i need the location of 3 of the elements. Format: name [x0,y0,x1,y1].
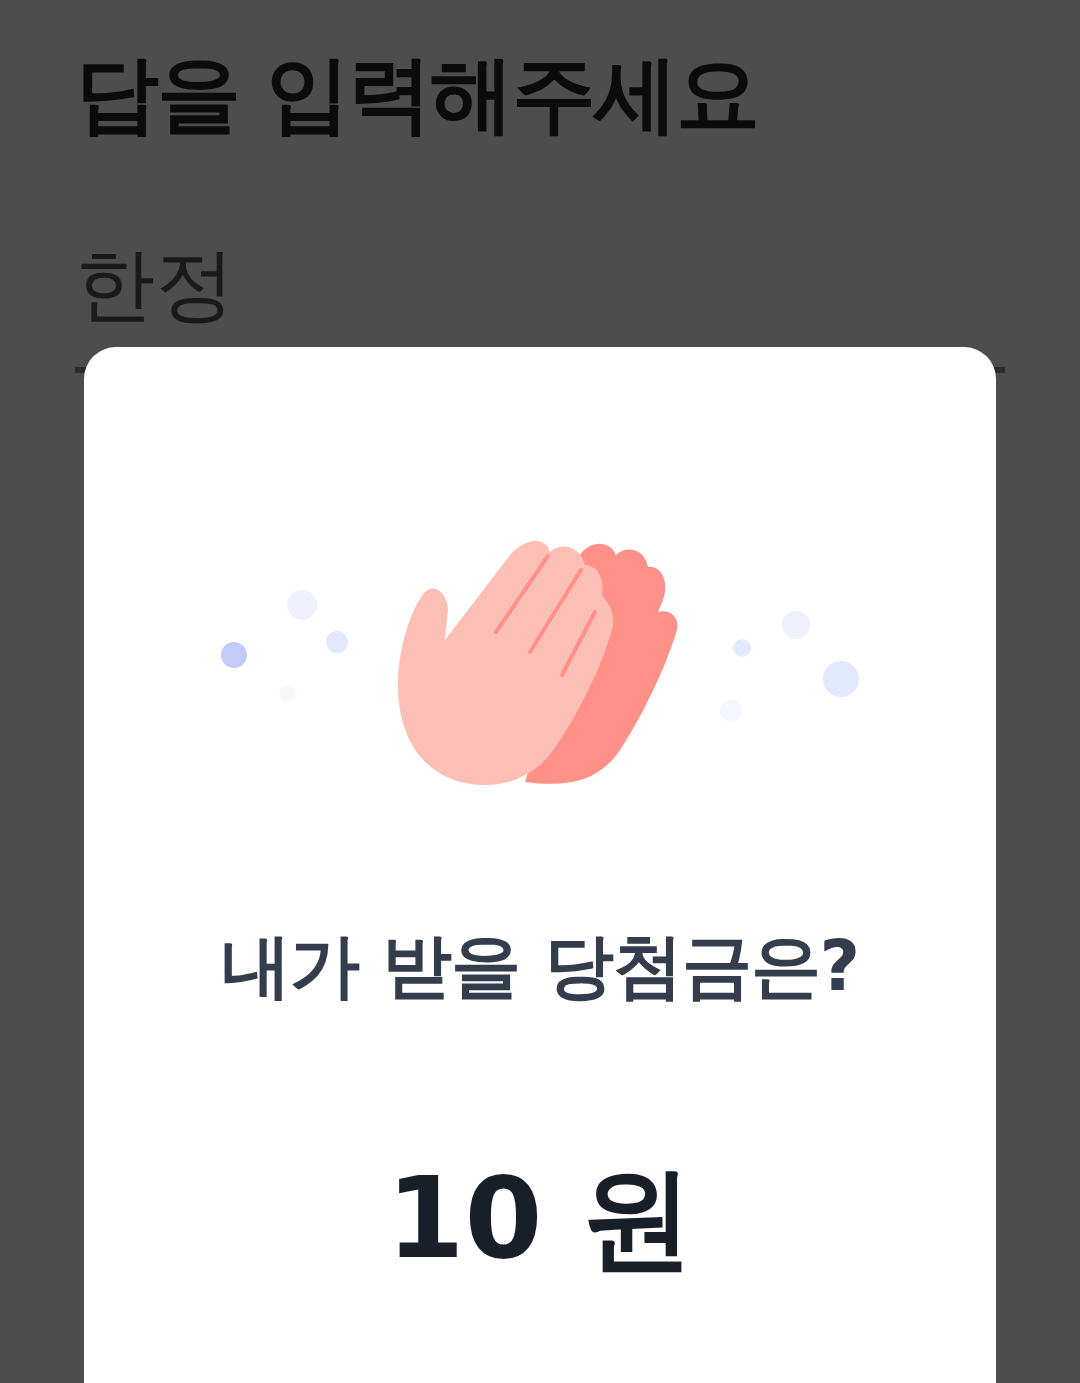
prize-amount: 10 원 [386,1152,694,1285]
prize-question: 내가 받을 당첨금은? [220,924,860,1009]
page-title: 답을 입력해주세요 [75,44,760,145]
